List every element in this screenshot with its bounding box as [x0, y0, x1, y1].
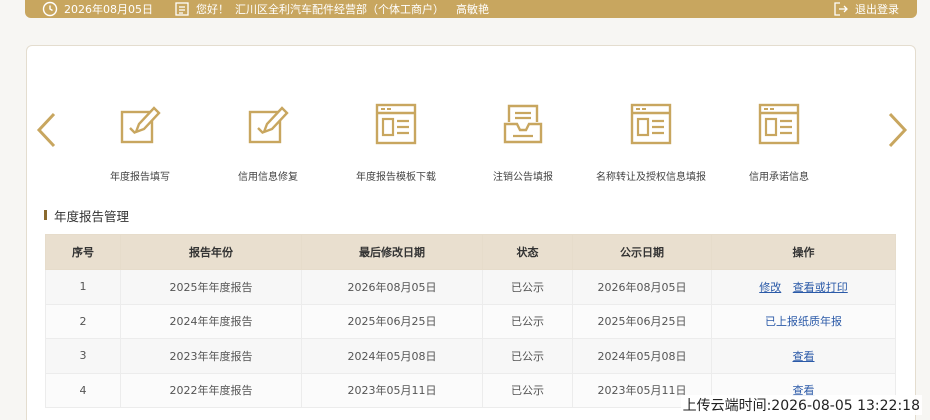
company-name: 汇川区全利汽车配件经营部（个体工商户） [235, 3, 444, 16]
column-header-status: 状态 [482, 234, 573, 270]
func-template-download[interactable]: 年度报告模板下载 [326, 102, 466, 183]
table-row: 3 2023年年度报告 2024年05月08日 已公示 2024年05月08日 … [45, 338, 896, 374]
column-header-published: 公示日期 [572, 234, 712, 270]
logout-icon [834, 2, 848, 16]
cell-modified: 2026年08月05日 [301, 269, 483, 305]
user-name: 高敏艳 [456, 3, 489, 16]
name-transfer-icon [630, 103, 672, 145]
cell-modified: 2025年06月25日 [301, 303, 483, 339]
date-text: 2026年08月05日 [64, 3, 153, 16]
func-cancel-notice[interactable]: 注销公告填报 [453, 102, 593, 183]
table-row: 1 2025年年度报告 2026年08月05日 已公示 2026年08月05日 … [45, 269, 896, 305]
user-card-icon [175, 2, 189, 16]
cell-actions: 修改 查看或打印 [711, 269, 896, 305]
section-title: 年度报告管理 [44, 207, 130, 224]
chevron-right-icon [888, 112, 908, 148]
cell-no: 4 [45, 372, 121, 408]
clock-icon [42, 1, 58, 17]
column-header-actions: 操作 [711, 234, 896, 270]
cell-actions: 查看 [711, 338, 896, 374]
func-label: 信用承诺信息 [749, 172, 809, 183]
template-download-icon [375, 103, 417, 145]
logout-label: 退出登录 [855, 3, 899, 16]
carousel-prev-button[interactable] [34, 112, 60, 148]
cell-status: 已公示 [482, 303, 573, 339]
cell-no: 1 [45, 269, 121, 305]
cell-actions: 已上报纸质年报 [711, 303, 896, 339]
cell-published: 2025年06月25日 [572, 303, 712, 339]
func-label: 注销公告填报 [493, 172, 553, 183]
cell-modified: 2024年05月08日 [301, 338, 483, 374]
cell-published: 2024年05月08日 [572, 338, 712, 374]
user-info: 您好！ 汇川区全利汽车配件经营部（个体工商户） 高敏艳 [174, 1, 489, 17]
report-edit-icon [120, 106, 161, 144]
cell-year: 2023年年度报告 [120, 338, 302, 374]
greeting-text: 您好！ [196, 3, 229, 16]
cell-year: 2022年年度报告 [120, 372, 302, 408]
cell-published: 2026年08月05日 [572, 269, 712, 305]
func-name-transfer[interactable]: 名称转让及授权信息填报 [581, 102, 721, 183]
func-credit-repair[interactable]: 信用信息修复 [198, 102, 338, 183]
cell-year: 2024年年度报告 [120, 303, 302, 339]
cell-status: 已公示 [482, 269, 573, 305]
func-label: 年度报告模板下载 [356, 172, 436, 183]
section-title-text: 年度报告管理 [54, 208, 130, 224]
logout-button[interactable]: 退出登录 [833, 1, 899, 17]
column-header-modified: 最后修改日期 [301, 234, 483, 270]
func-credit-promise[interactable]: 信用承诺信息 [709, 102, 849, 183]
top-bar: 2026年08月05日 您好！ 汇川区全利汽车配件经营部（个体工商户） 高敏艳 … [25, 0, 917, 18]
carousel-next-button[interactable] [884, 112, 910, 148]
func-label: 名称转让及授权信息填报 [596, 172, 706, 183]
cell-no: 2 [45, 303, 121, 339]
func-label: 年度报告填写 [110, 172, 170, 183]
edit-link[interactable]: 修改 [759, 281, 781, 294]
cell-status: 已公示 [482, 372, 573, 408]
upload-timestamp: 上传云端时间:2026-08-05 13:22:18 [680, 395, 922, 415]
func-label: 信用信息修复 [238, 172, 298, 183]
func-annual-report-fill[interactable]: 年度报告填写 [70, 102, 210, 183]
section-title-marker [44, 210, 47, 220]
cell-status: 已公示 [482, 338, 573, 374]
credit-promise-icon [758, 103, 800, 145]
table-row: 2 2024年年度报告 2025年06月25日 已公示 2025年06月25日 … [45, 303, 896, 339]
view-link[interactable]: 查看 [793, 350, 815, 363]
table-header-row: 序号 报告年份 最后修改日期 状态 公示日期 操作 [45, 234, 896, 270]
annual-report-table: 序号 报告年份 最后修改日期 状态 公示日期 操作 1 2025年年度报告 20… [45, 234, 896, 408]
view-print-link[interactable]: 查看或打印 [793, 281, 848, 294]
cancel-notice-icon [503, 104, 543, 144]
paper-report-link[interactable]: 已上报纸质年报 [765, 315, 842, 328]
cell-modified: 2023年05月11日 [301, 372, 483, 408]
cell-no: 3 [45, 338, 121, 374]
chevron-left-icon [36, 112, 56, 148]
column-header-no: 序号 [45, 234, 121, 270]
credit-repair-icon [248, 106, 289, 144]
date-display: 2026年08月05日 [42, 1, 153, 17]
cell-year: 2025年年度报告 [120, 269, 302, 305]
column-header-year: 报告年份 [120, 234, 302, 270]
